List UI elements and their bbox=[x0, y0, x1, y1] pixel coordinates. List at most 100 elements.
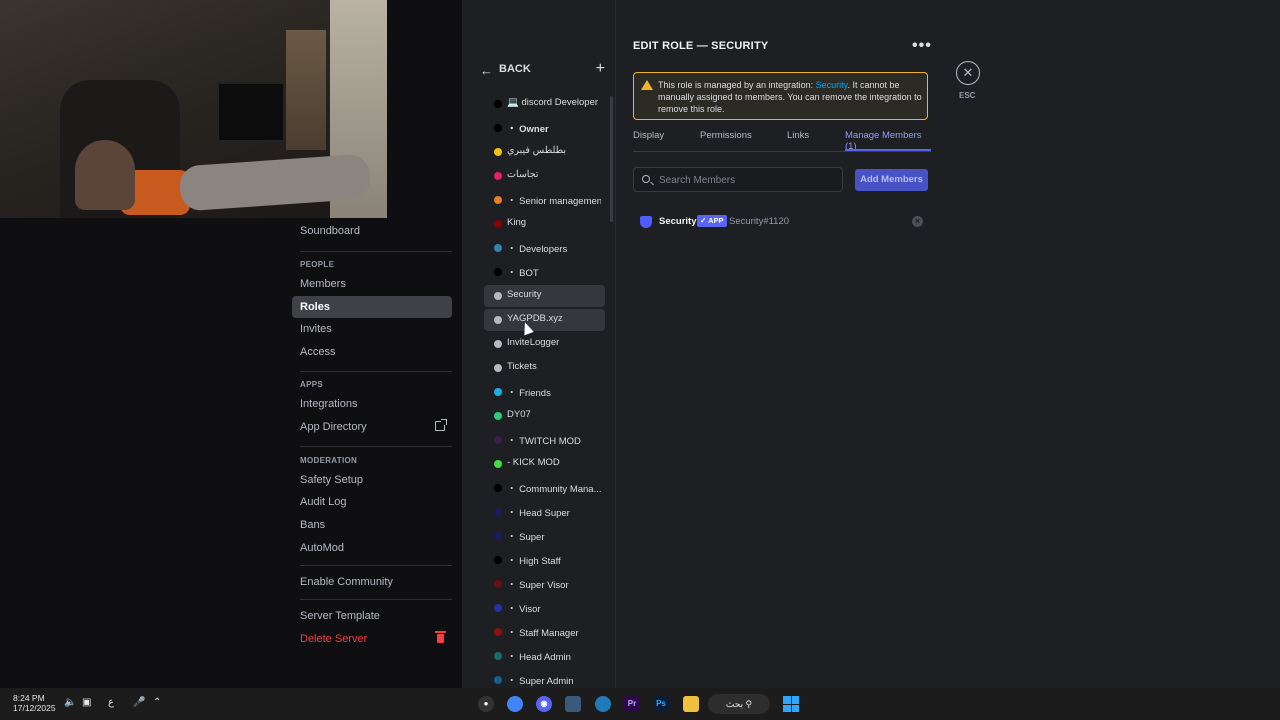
integration-warning: This role is managed by an integration: … bbox=[633, 72, 928, 120]
role-color-dot bbox=[494, 292, 502, 300]
role-name: ・ Super Admin bbox=[507, 676, 574, 687]
microphone-icon[interactable]: 🎤 bbox=[133, 697, 145, 708]
network-icon[interactable]: ▣ bbox=[82, 697, 91, 708]
edge-icon[interactable] bbox=[595, 696, 611, 712]
role-item[interactable]: بطلطس فیبري bbox=[484, 141, 605, 163]
role-item[interactable]: ・ Staff Manager bbox=[484, 621, 605, 643]
chrome-icon[interactable] bbox=[507, 696, 523, 712]
role-item[interactable]: ・ Friends bbox=[484, 381, 605, 403]
people-header: PEOPLE bbox=[300, 260, 335, 269]
member-name[interactable]: Security bbox=[659, 216, 697, 227]
file-explorer-icon[interactable] bbox=[683, 696, 699, 712]
role-name: ・ Visor bbox=[507, 604, 541, 615]
role-name: بطلطس فیبري bbox=[507, 145, 567, 156]
tab-links[interactable]: Links bbox=[787, 130, 809, 141]
sidebar-item-soundboard[interactable]: Soundboard bbox=[292, 220, 452, 242]
sidebar-item-automod[interactable]: AutoMod bbox=[292, 537, 452, 559]
role-name: 💻 discord Developer bbox=[507, 97, 599, 108]
sidebar-item-delete-server[interactable]: Delete Server bbox=[292, 628, 452, 650]
role-item[interactable]: ・ Visor bbox=[484, 597, 605, 619]
role-item[interactable]: ・ Developers bbox=[484, 237, 605, 259]
role-item[interactable]: Security bbox=[484, 285, 605, 307]
sidebar-item-roles[interactable]: Roles bbox=[292, 296, 452, 318]
sidebar-item-invites[interactable]: Invites bbox=[292, 318, 452, 340]
role-item[interactable]: King bbox=[484, 213, 605, 235]
integration-link[interactable]: Security bbox=[816, 80, 848, 90]
sidebar-item-server-template[interactable]: Server Template bbox=[292, 605, 452, 627]
sidebar-item-app-directory[interactable]: App Directory bbox=[292, 416, 452, 438]
divider bbox=[300, 446, 452, 447]
warning-prefix: This role is managed by an integration: bbox=[658, 80, 816, 90]
sidebar-item-audit-log[interactable]: Audit Log bbox=[292, 491, 452, 513]
role-item[interactable]: ・ Head Admin bbox=[484, 645, 605, 667]
back-row: ← BACK + bbox=[480, 60, 605, 80]
role-color-dot bbox=[494, 652, 502, 660]
sidebar-item-members[interactable]: Members bbox=[292, 273, 452, 295]
sidebar-item-access[interactable]: Access bbox=[292, 341, 452, 363]
role-color-dot bbox=[494, 460, 502, 468]
tab-display[interactable]: Display bbox=[633, 130, 664, 141]
sidebar-item-bans[interactable]: Bans bbox=[292, 514, 452, 536]
add-role-button[interactable]: + bbox=[596, 60, 605, 78]
role-item[interactable]: InviteLogger bbox=[484, 333, 605, 355]
obs-icon[interactable]: ● bbox=[478, 696, 494, 712]
search-input[interactable] bbox=[659, 173, 834, 187]
role-color-dot bbox=[494, 412, 502, 420]
divider bbox=[300, 599, 452, 600]
role-name: ・ High Staff bbox=[507, 556, 561, 567]
role-item[interactable]: Tickets bbox=[484, 357, 605, 379]
role-name: ・ Developers bbox=[507, 244, 568, 255]
role-item[interactable]: 💻 discord Developer bbox=[484, 93, 605, 115]
discord-icon[interactable]: ◉ bbox=[536, 696, 552, 712]
chevron-up-icon[interactable]: ⌃ bbox=[153, 697, 161, 708]
role-item[interactable]: تجاسات bbox=[484, 165, 605, 187]
member-row: Security ✓ APP Security#1120 × bbox=[633, 211, 931, 233]
windows-start-icon[interactable] bbox=[783, 696, 799, 712]
role-item[interactable]: ・ High Staff bbox=[484, 549, 605, 571]
sidebar-item-enable-community[interactable]: Enable Community bbox=[292, 571, 452, 593]
role-color-dot bbox=[494, 436, 502, 444]
photoshop-icon[interactable]: Ps bbox=[653, 696, 669, 712]
role-tabs: Display Permissions Links Manage Members… bbox=[633, 128, 931, 152]
app-badge: ✓ APP bbox=[697, 215, 727, 227]
role-item[interactable]: ・ Super Admin bbox=[484, 669, 605, 688]
language-indicator[interactable]: ع bbox=[108, 697, 114, 708]
more-options-icon[interactable]: ••• bbox=[912, 37, 932, 55]
role-name: ・ BOT bbox=[507, 268, 539, 279]
role-item[interactable]: - KICK MOD bbox=[484, 453, 605, 475]
role-name: Tickets bbox=[507, 361, 537, 372]
sidebar-item-safety-setup[interactable]: Safety Setup bbox=[292, 469, 452, 491]
taskbar-search[interactable]: بحث ⚲ bbox=[708, 694, 770, 714]
role-item[interactable]: ・ TWITCH MOD bbox=[484, 429, 605, 451]
taskbar-search-label: بحث bbox=[725, 699, 744, 709]
role-item[interactable]: ・ BOT bbox=[484, 261, 605, 283]
warning-text: This role is managed by an integration: … bbox=[658, 79, 926, 115]
back-button[interactable]: BACK bbox=[499, 63, 531, 75]
scrollbar-thumb[interactable] bbox=[610, 96, 613, 222]
role-name: ・ Super bbox=[507, 532, 545, 543]
volume-icon[interactable]: 🔈 bbox=[64, 697, 76, 708]
role-item[interactable]: YAGPDB.xyz bbox=[484, 309, 605, 331]
role-item[interactable]: DY07 bbox=[484, 405, 605, 427]
role-item[interactable]: ・ Community Mana... bbox=[484, 477, 605, 499]
role-item[interactable]: ・ Senior management bbox=[484, 189, 605, 211]
role-item[interactable]: ・ Super Visor bbox=[484, 573, 605, 595]
role-item[interactable]: ・ Head Super bbox=[484, 501, 605, 523]
role-color-dot bbox=[494, 340, 502, 348]
active-tab-indicator bbox=[845, 149, 931, 151]
tab-permissions[interactable]: Permissions bbox=[700, 130, 752, 141]
role-name: - KICK MOD bbox=[507, 457, 560, 468]
role-color-dot bbox=[494, 388, 502, 396]
external-link-icon bbox=[435, 419, 447, 431]
premiere-pro-icon[interactable]: Pr bbox=[624, 696, 640, 712]
sidebar-item-integrations[interactable]: Integrations bbox=[292, 393, 452, 415]
close-icon[interactable]: ✕ bbox=[956, 61, 980, 85]
remove-member-icon[interactable]: × bbox=[912, 216, 923, 227]
arrow-left-icon[interactable]: ← bbox=[480, 63, 493, 78]
taskbar-clock[interactable]: 8:24 PM 17/12/2025 bbox=[13, 693, 56, 713]
add-members-button[interactable]: Add Members bbox=[855, 169, 928, 191]
role-item[interactable]: ・ Super bbox=[484, 525, 605, 547]
role-color-dot bbox=[494, 244, 502, 252]
app-icon[interactable] bbox=[565, 696, 581, 712]
role-item[interactable]: ・ Owner bbox=[484, 117, 605, 139]
